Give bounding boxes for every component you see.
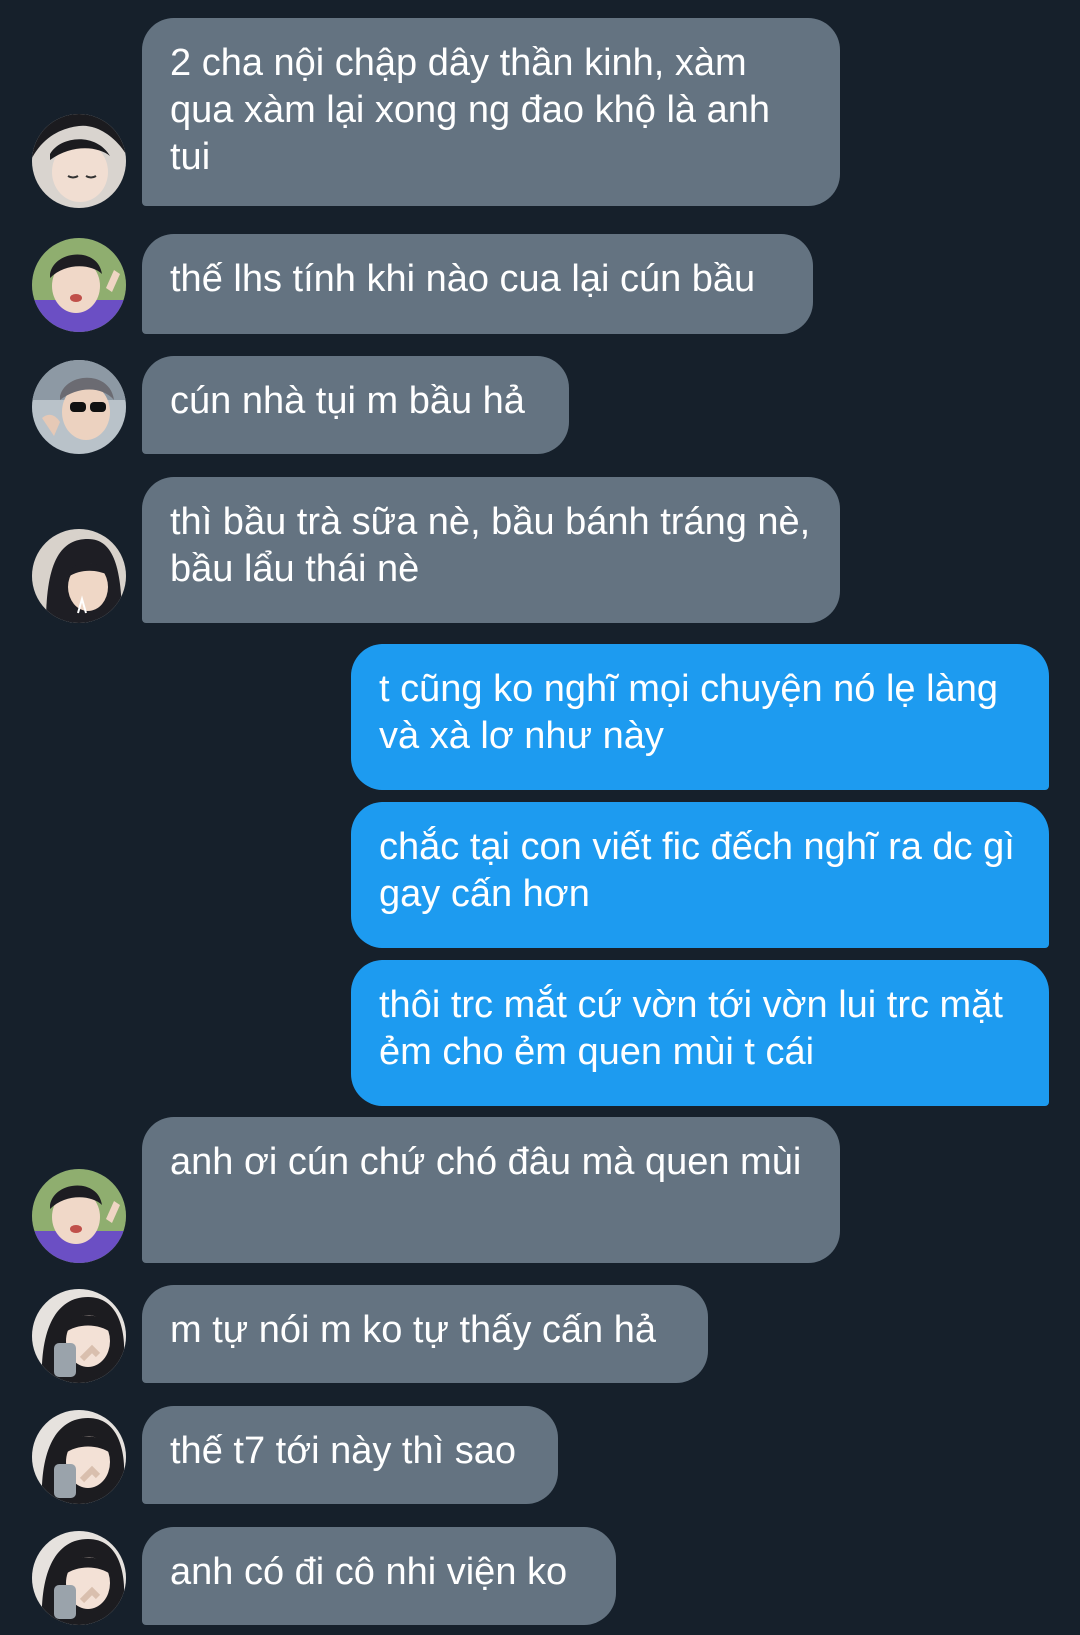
avatar-b-icon	[32, 238, 126, 332]
message-bubble-incoming[interactable]: cún nhà tụi m bầu hả	[142, 356, 569, 454]
message-row: thôi trc mắt cứ vờn tới vờn lui trc mặt …	[0, 960, 1080, 1106]
message-row: thế t7 tới này thì sao	[0, 1406, 1080, 1504]
sender-avatar[interactable]	[32, 529, 126, 623]
sender-avatar[interactable]	[32, 238, 126, 332]
message-row: thế lhs tính khi nào cua lại cún bầu	[0, 234, 1080, 334]
message-bubble-incoming[interactable]: anh có đi cô nhi viện ko	[142, 1527, 616, 1625]
message-bubble-incoming[interactable]: thì bầu trà sữa nè, bầu bánh tráng nè, b…	[142, 477, 840, 623]
message-bubble-incoming[interactable]: anh ơi cún chứ chó đâu mà quen mùi	[142, 1117, 840, 1263]
message-row: thì bầu trà sữa nè, bầu bánh tráng nè, b…	[0, 477, 1080, 623]
message-row: t cũng ko nghĩ mọi chuyện nó lẹ làng và …	[0, 644, 1080, 790]
message-bubble-incoming[interactable]: thế t7 tới này thì sao	[142, 1406, 558, 1504]
message-bubble-incoming[interactable]: thế lhs tính khi nào cua lại cún bầu	[142, 234, 813, 334]
message-bubble-outgoing[interactable]: t cũng ko nghĩ mọi chuyện nó lẹ làng và …	[351, 644, 1049, 790]
message-row: anh ơi cún chứ chó đâu mà quen mùi	[0, 1117, 1080, 1263]
chat-thread: 2 cha nội chập dây thần kinh, xàm qua xà…	[0, 0, 1080, 1635]
avatar-e-icon	[32, 1289, 126, 1383]
message-bubble-outgoing[interactable]: chắc tại con viết fic đếch nghĩ ra dc gì…	[351, 802, 1049, 948]
message-row: 2 cha nội chập dây thần kinh, xàm qua xà…	[0, 18, 1080, 208]
sender-avatar[interactable]	[32, 360, 126, 454]
avatar-b-icon	[32, 1169, 126, 1263]
avatar-e-icon	[32, 1410, 126, 1504]
message-bubble-outgoing[interactable]: thôi trc mắt cứ vờn tới vờn lui trc mặt …	[351, 960, 1049, 1106]
message-bubble-incoming[interactable]: 2 cha nội chập dây thần kinh, xàm qua xà…	[142, 18, 840, 206]
sender-avatar[interactable]	[32, 1410, 126, 1504]
avatar-c-icon	[32, 360, 126, 454]
avatar-a-icon	[32, 114, 126, 208]
message-row: m tự nói m ko tự thấy cấn hả	[0, 1285, 1080, 1383]
sender-avatar[interactable]	[32, 114, 126, 208]
message-row: anh có đi cô nhi viện ko	[0, 1527, 1080, 1625]
message-row: cún nhà tụi m bầu hả	[0, 356, 1080, 454]
avatar-d-icon	[32, 529, 126, 623]
sender-avatar[interactable]	[32, 1531, 126, 1625]
message-row: chắc tại con viết fic đếch nghĩ ra dc gì…	[0, 802, 1080, 948]
sender-avatar[interactable]	[32, 1289, 126, 1383]
avatar-e-icon	[32, 1531, 126, 1625]
message-bubble-incoming[interactable]: m tự nói m ko tự thấy cấn hả	[142, 1285, 708, 1383]
sender-avatar[interactable]	[32, 1169, 126, 1263]
